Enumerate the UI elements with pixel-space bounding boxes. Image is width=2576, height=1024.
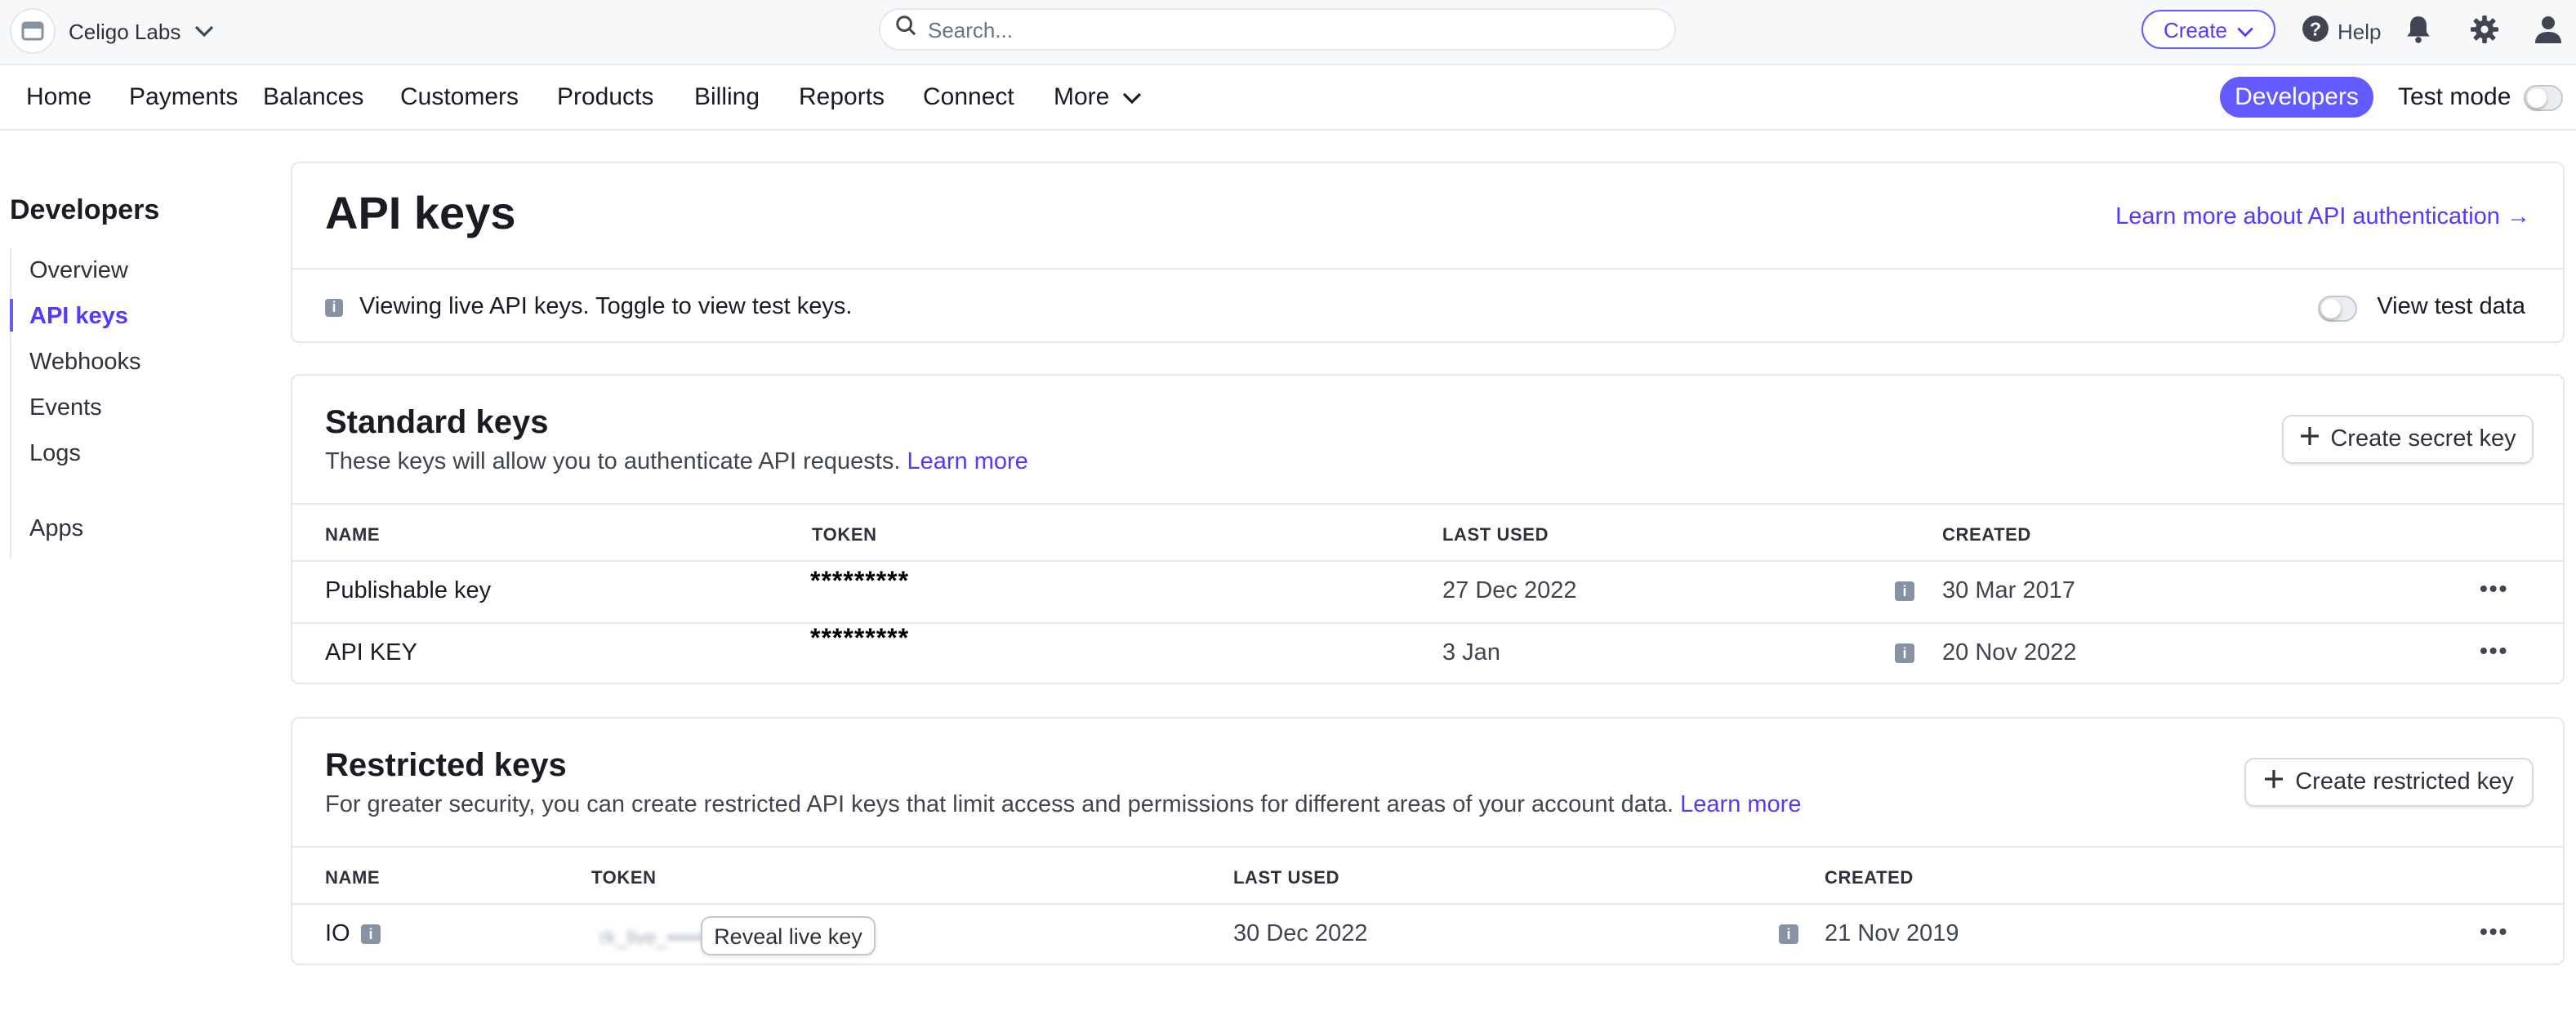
- info-icon[interactable]: i: [1895, 581, 1914, 601]
- nav-item-products[interactable]: Products: [557, 83, 653, 111]
- divider: [292, 560, 2563, 562]
- restricted-keys-description: For greater security, you can create res…: [325, 792, 1801, 818]
- nav-item-payments[interactable]: Payments: [129, 83, 238, 111]
- sidebar-item-api-keys[interactable]: API keys: [29, 304, 128, 330]
- column-header-created: CREATED: [1825, 869, 1914, 888]
- create-restricted-key-button[interactable]: Create restricted key: [2244, 758, 2534, 807]
- sidebar-item-logs[interactable]: Logs: [29, 441, 81, 467]
- account-name: Celigo Labs: [69, 19, 181, 43]
- key-name: Publishable key: [325, 578, 492, 604]
- view-test-data-label: View test data: [2377, 294, 2525, 320]
- column-header-token: TOKEN: [591, 869, 657, 888]
- api-keys-header-card: API keys Learn more about API authentica…: [291, 162, 2565, 343]
- column-header-name: NAME: [325, 869, 381, 888]
- help-icon: ?: [2302, 15, 2329, 47]
- divider: [292, 622, 2563, 624]
- key-last-used: 27 Dec 2022: [1442, 578, 1577, 604]
- bell-icon[interactable]: [2404, 15, 2432, 52]
- sidebar-active-indicator: [10, 299, 13, 332]
- info-text: Viewing live API keys. Toggle to view te…: [359, 294, 853, 320]
- more-options-icon[interactable]: •••: [2480, 575, 2508, 601]
- column-header-name: NAME: [325, 526, 381, 545]
- test-mode-label: Test mode: [2398, 83, 2511, 111]
- info-icon[interactable]: i: [1895, 643, 1914, 663]
- test-mode-toggle[interactable]: [2524, 85, 2563, 111]
- more-options-icon[interactable]: •••: [2480, 918, 2508, 944]
- key-created: 20 Nov 2022: [1942, 640, 2077, 666]
- user-icon[interactable]: [2534, 15, 2563, 52]
- divider: [292, 846, 2563, 848]
- info-icon[interactable]: i: [1779, 924, 1798, 944]
- help-label: Help: [2338, 19, 2382, 43]
- nav-more-label: More: [1054, 83, 1110, 111]
- standard-keys-title: Standard keys: [325, 405, 549, 441]
- nav-item-customers[interactable]: Customers: [400, 83, 519, 111]
- learn-more-link[interactable]: Learn more: [907, 449, 1028, 475]
- learn-more-auth-link[interactable]: Learn more about API authentication →: [2115, 204, 2530, 230]
- sidebar-title: Developers: [10, 194, 160, 225]
- svg-text:?: ?: [2310, 19, 2321, 40]
- account-switcher[interactable]: Celigo Labs: [10, 8, 213, 54]
- store-icon: [10, 8, 56, 54]
- search-icon: [895, 15, 916, 44]
- standard-keys-card: Standard keys These keys will allow you …: [291, 374, 2565, 684]
- chevron-down-icon: [1122, 83, 1142, 111]
- chevron-down-icon: [2235, 17, 2253, 42]
- top-bar: Celigo Labs Create ? Help: [0, 0, 2576, 65]
- create-button-label: Create: [2163, 17, 2228, 42]
- main-nav: Home Payments Balances Customers Product…: [0, 65, 2576, 131]
- chevron-down-icon: [194, 16, 213, 46]
- key-token[interactable]: *********: [810, 568, 909, 598]
- sidebar-divider: [10, 248, 11, 559]
- plus-icon: [2299, 426, 2319, 452]
- restricted-keys-card: Restricted keys For greater security, yo…: [291, 717, 2565, 965]
- search-bar[interactable]: [879, 8, 1676, 51]
- key-last-used: 3 Jan: [1442, 640, 1500, 666]
- standard-keys-description: These keys will allow you to authenticat…: [325, 449, 1028, 475]
- key-token[interactable]: *********: [810, 626, 909, 655]
- column-header-created: CREATED: [1942, 526, 2031, 545]
- description-text: For greater security, you can create res…: [325, 792, 1674, 818]
- create-button[interactable]: Create: [2141, 10, 2275, 49]
- nav-item-balances[interactable]: Balances: [263, 83, 363, 111]
- sidebar-item-webhooks[interactable]: Webhooks: [29, 349, 141, 376]
- create-secret-key-button[interactable]: Create secret key: [2282, 415, 2534, 464]
- more-options-icon[interactable]: •••: [2480, 637, 2508, 663]
- restricted-keys-title: Restricted keys: [325, 748, 567, 784]
- info-icon[interactable]: i: [361, 924, 381, 944]
- key-created: 30 Mar 2017: [1942, 578, 2075, 604]
- sidebar-item-apps[interactable]: Apps: [29, 516, 83, 542]
- search-input[interactable]: [928, 17, 1614, 42]
- gear-icon[interactable]: [2470, 15, 2499, 52]
- page-title: API keys: [325, 188, 516, 238]
- plus-icon: [2264, 769, 2284, 795]
- key-name: API KEY: [325, 640, 417, 666]
- info-banner: i Viewing live API keys. Toggle to view …: [325, 294, 852, 320]
- nav-item-reports[interactable]: Reports: [799, 83, 885, 111]
- sidebar-item-overview[interactable]: Overview: [29, 258, 128, 284]
- nav-item-more[interactable]: More: [1054, 83, 1142, 111]
- reveal-live-key-button[interactable]: Reveal live key: [701, 916, 876, 955]
- nav-item-connect[interactable]: Connect: [923, 83, 1014, 111]
- create-restricted-key-label: Create restricted key: [2295, 769, 2514, 795]
- nav-item-home[interactable]: Home: [26, 83, 91, 111]
- divider: [292, 503, 2563, 505]
- help-button[interactable]: ? Help: [2302, 15, 2382, 47]
- column-header-token: TOKEN: [812, 526, 877, 545]
- nav-item-billing[interactable]: Billing: [694, 83, 760, 111]
- create-secret-key-label: Create secret key: [2330, 426, 2516, 452]
- view-test-data-toggle[interactable]: [2318, 296, 2357, 322]
- divider: [292, 268, 2563, 269]
- developers-button[interactable]: Developers: [2220, 77, 2373, 118]
- divider: [292, 903, 2563, 905]
- column-header-last-used: LAST USED: [1442, 526, 1549, 545]
- info-icon: i: [325, 298, 343, 316]
- key-name: IO: [325, 921, 350, 947]
- learn-more-link[interactable]: Learn more: [1680, 792, 1801, 818]
- description-text: These keys will allow you to authenticat…: [325, 449, 901, 475]
- key-created: 21 Nov 2019: [1825, 921, 1959, 947]
- column-header-last-used: LAST USED: [1233, 869, 1340, 888]
- sidebar-item-events[interactable]: Events: [29, 395, 102, 421]
- key-last-used: 30 Dec 2022: [1233, 921, 1368, 947]
